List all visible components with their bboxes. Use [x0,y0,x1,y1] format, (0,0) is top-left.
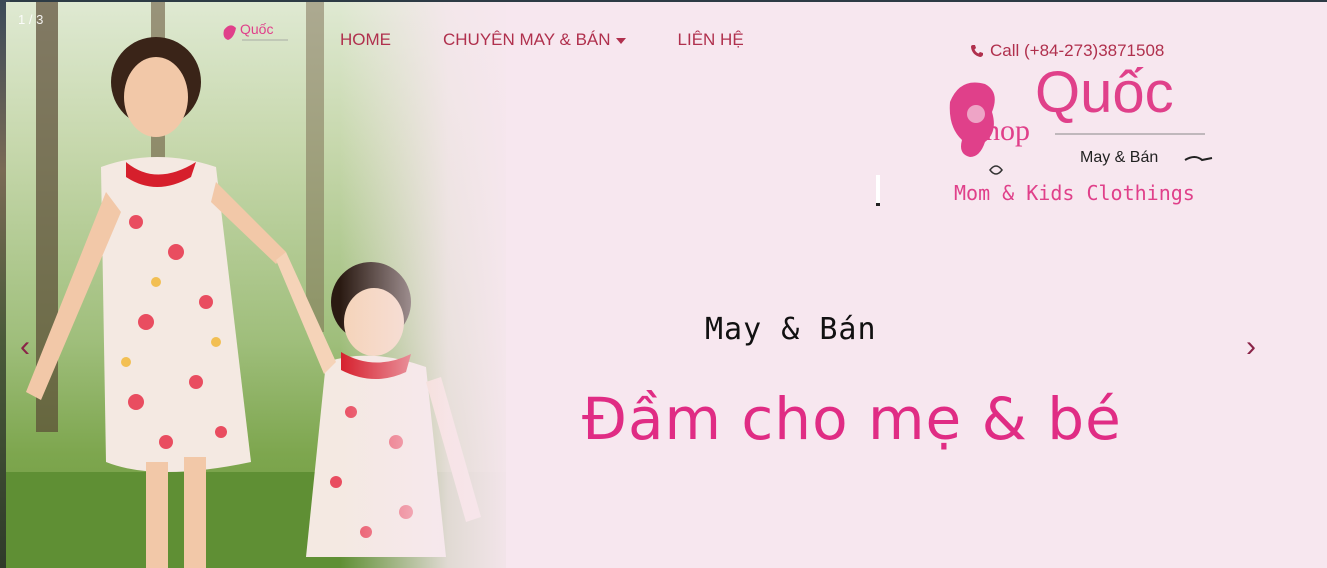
nav-lien-he[interactable]: LIÊN HỆ [678,30,744,50]
hero-subtitle: May & Bán [705,312,877,347]
slide-counter: 1 / 3 [18,12,44,27]
logo-tagline1: May & Bán [1080,149,1158,166]
photo-fade-overlay [340,2,520,568]
nav-home[interactable]: HOME [340,30,391,50]
slider-prev-arrow[interactable]: ‹ [20,330,30,364]
text-cursor [876,175,880,206]
nav-chuyen-may-ban[interactable]: CHUYÊN MAY & BÁN [443,30,626,50]
caret-down-icon [615,38,626,44]
logo-shop-text: hop [985,114,1030,147]
hero-headline: Đầm cho mẹ & bé [582,385,1122,453]
slider-next-arrow[interactable]: › [1246,330,1256,364]
hero-slider: 1 / 3 Quốc HOME CHUYÊN MAY & BÁN LIÊN HỆ… [0,0,1327,568]
nav-home-label: HOME [340,30,391,49]
logo-brand-text: Quốc [1035,62,1174,125]
logo-tagline2: Mom & Kids Clothings [954,181,1195,205]
call-text: Call (+84-273)3871508 [990,41,1165,60]
call-link[interactable]: Call (+84-273)3871508 [970,41,1164,61]
shop-quoc-logo[interactable]: hop Quốc May & Bán Mom & Kids Clothings [940,62,1230,212]
header-logo-brand: Quốc [240,21,273,37]
nav-lien-he-label: LIÊN HỆ [677,30,744,49]
phone-icon [971,45,983,57]
nav-chuyen-may-ban-label: CHUYÊN MAY & BÁN [443,30,611,49]
heart-outline-icon [989,165,1003,175]
header-logo[interactable]: Quốc [218,18,290,58]
main-nav: HOME CHUYÊN MAY & BÁN LIÊN HỆ [340,30,796,50]
